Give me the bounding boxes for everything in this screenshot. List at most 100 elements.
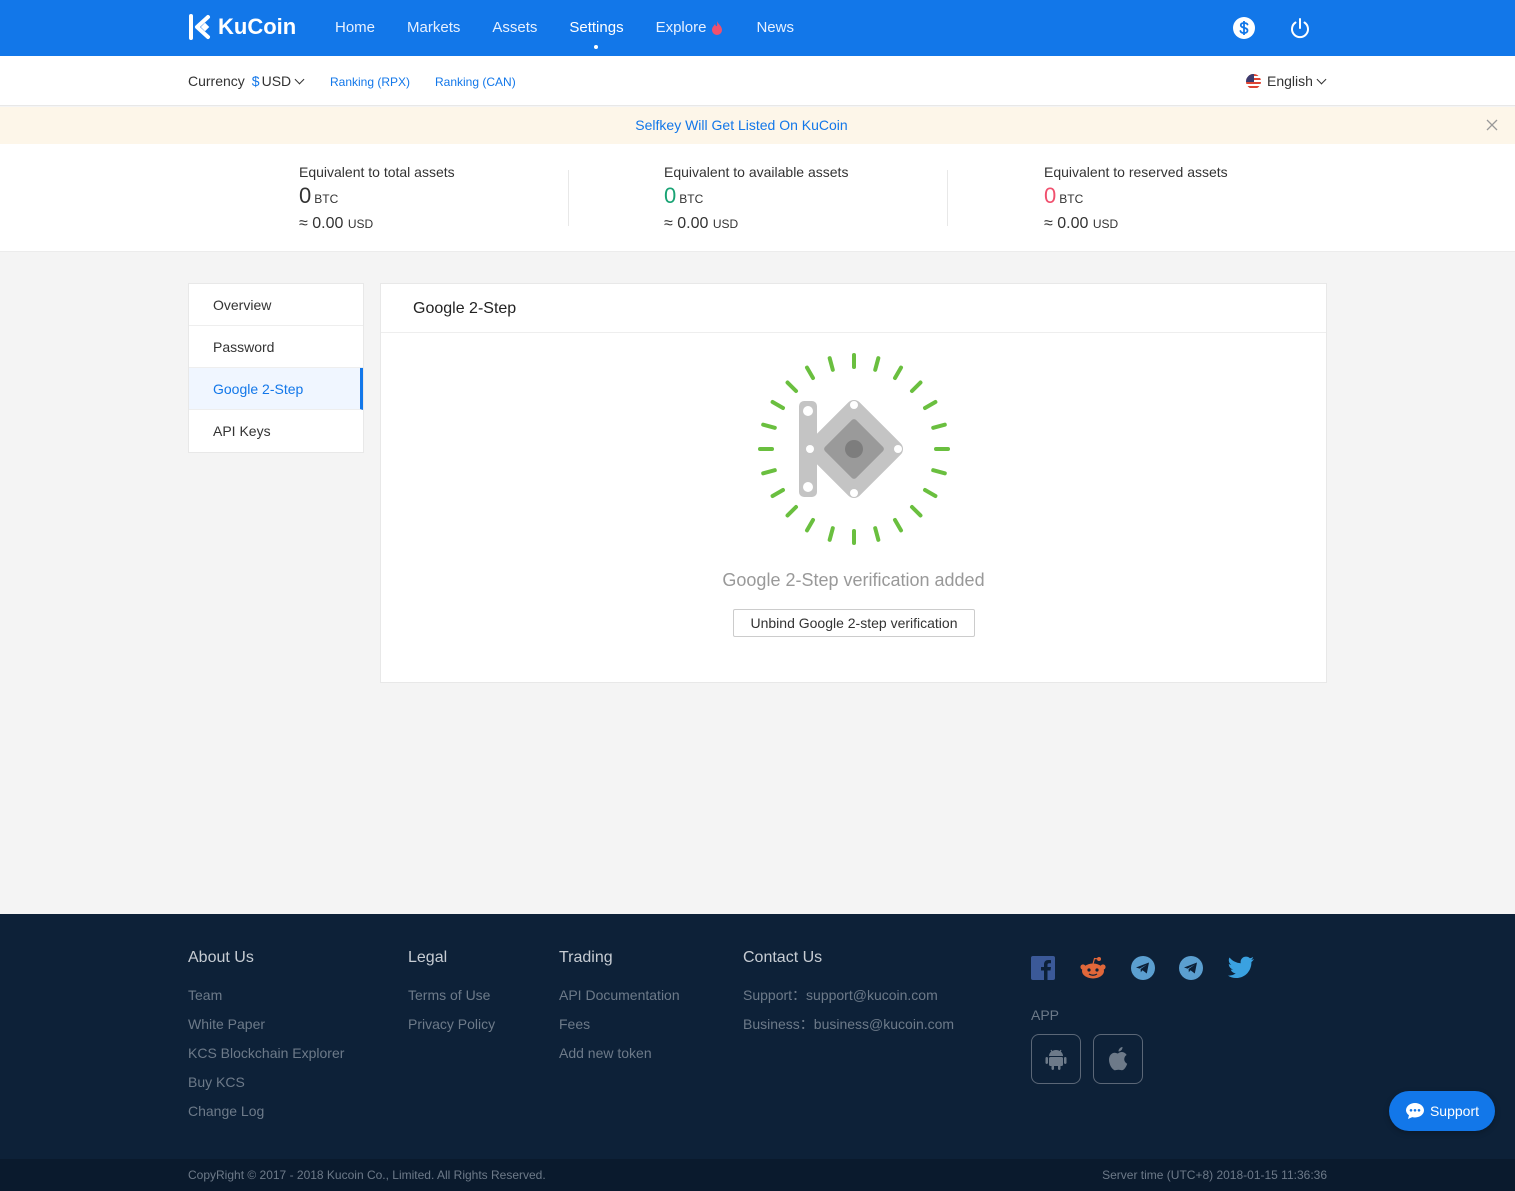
footer-link-terms[interactable]: Terms of Use	[408, 981, 495, 1010]
android-icon	[1045, 1049, 1067, 1070]
main-nav: Home Markets Assets Settings Explore New…	[335, 0, 826, 56]
sidebar-item-api-keys[interactable]: API Keys	[189, 410, 363, 452]
progress-tick	[923, 488, 938, 498]
footer-contact-title: Contact Us	[743, 949, 823, 966]
settings-sidebar: Overview Password Google 2-Step API Keys	[188, 283, 364, 453]
telegram-icon[interactable]	[1131, 956, 1155, 980]
nav-explore-label: Explore	[655, 19, 707, 36]
progress-tick	[909, 380, 923, 394]
close-icon[interactable]	[1485, 118, 1499, 132]
divider	[947, 170, 948, 226]
progress-tick	[909, 504, 923, 518]
progress-tick	[931, 468, 947, 476]
total-assets-label: Equivalent to total assets	[299, 164, 455, 180]
progress-tick	[873, 356, 881, 372]
apple-icon	[1109, 1047, 1128, 1071]
nav-markets-label: Markets	[407, 19, 461, 36]
top-navbar: KuCoin Home Markets Assets Settings Expl…	[0, 0, 1515, 56]
footer-link-add-token[interactable]: Add new token	[559, 1039, 680, 1068]
footer-link-team[interactable]: Team	[188, 981, 344, 1010]
currency-label: Currency	[188, 73, 245, 89]
progress-tick	[770, 488, 785, 498]
footer-link-api-docs[interactable]: API Documentation	[559, 981, 680, 1010]
power-icon[interactable]	[1288, 16, 1312, 40]
footer-link-privacy[interactable]: Privacy Policy	[408, 1010, 495, 1039]
progress-tick	[827, 356, 835, 372]
available-btc-value: 0	[664, 183, 677, 208]
android-app-button[interactable]	[1031, 1034, 1081, 1084]
sidebar-item-password[interactable]: Password	[189, 326, 363, 368]
logo-text: KuCoin	[218, 14, 297, 39]
nav-explore[interactable]: Explore	[656, 0, 725, 56]
footer-link-white-paper[interactable]: White Paper	[188, 1010, 344, 1039]
ranking-rpx-link[interactable]: Ranking (RPX)	[330, 75, 410, 89]
progress-tick	[770, 400, 785, 410]
app-label: APP	[1031, 1007, 1060, 1023]
footer-trading-title: Trading	[559, 949, 613, 966]
usd-unit: USD	[712, 217, 739, 231]
nav-news-label: News	[756, 19, 794, 36]
facebook-icon[interactable]	[1031, 956, 1055, 980]
panel-title: Google 2-Step	[381, 284, 1326, 333]
nav-markets[interactable]: Markets	[407, 0, 460, 56]
dollar-icon[interactable]	[1232, 16, 1256, 40]
chat-icon	[1405, 1103, 1424, 1119]
progress-tick	[931, 422, 947, 430]
unbind-google-2step-button[interactable]: Unbind Google 2-step verification	[733, 609, 975, 637]
nav-settings[interactable]: Settings	[569, 0, 624, 56]
progress-tick	[761, 422, 777, 430]
footer-support-email[interactable]: Support：support@kucoin.com	[743, 981, 954, 1010]
nav-settings-label: Settings	[569, 19, 624, 36]
sidebar-item-overview[interactable]: Overview	[189, 284, 363, 326]
reserved-assets: Equivalent to reserved assets 0 BTC ≈ 0.0…	[1044, 164, 1228, 233]
reddit-icon[interactable]	[1079, 956, 1107, 980]
sub-toolbar: Currency $ USD Ranking (RPX) Ranking (CA…	[0, 56, 1515, 106]
nav-home[interactable]: Home	[335, 0, 375, 56]
language-label: English	[1267, 73, 1313, 89]
kucoin-logo[interactable]: KuCoin	[188, 14, 296, 40]
ranking-can-link[interactable]: Ranking (CAN)	[435, 75, 516, 89]
verification-status: Google 2-Step verification added	[722, 570, 985, 590]
progress-tick	[785, 380, 799, 394]
nav-news[interactable]: News	[756, 0, 794, 56]
telegram-icon[interactable]	[1179, 956, 1203, 980]
currency-value: USD	[261, 73, 292, 89]
btc-unit: BTC	[1059, 192, 1084, 206]
divider	[568, 170, 569, 226]
btc-unit: BTC	[314, 192, 339, 206]
progress-tick	[805, 518, 815, 533]
footer-bottom-bar: CopyRight © 2017 - 2018 Kucoin Co., Limi…	[0, 1159, 1515, 1191]
footer-trading: Trading API Documentation Fees Add new t…	[559, 949, 680, 1068]
footer-link-change-log[interactable]: Change Log	[188, 1097, 344, 1126]
announcement-link[interactable]: Selfkey Will Get Listed On KuCoin	[0, 117, 1483, 133]
progress-tick	[785, 504, 799, 518]
nav-assets[interactable]: Assets	[492, 0, 537, 56]
reserved-usd-value: ≈ 0.00	[1044, 215, 1089, 232]
usd-unit: USD	[1092, 217, 1119, 231]
twitter-icon[interactable]	[1227, 956, 1255, 980]
footer-legal-title: Legal	[408, 949, 448, 966]
language-selector[interactable]: English	[1246, 73, 1327, 89]
footer-business-email[interactable]: Business：business@kucoin.com	[743, 1010, 954, 1039]
footer-link-buy-kcs[interactable]: Buy KCS	[188, 1068, 344, 1097]
btc-unit: BTC	[679, 192, 704, 206]
server-time: Server time (UTC+8) 2018-01-15 11:36:36	[1102, 1168, 1327, 1182]
sidebar-item-google-2step[interactable]: Google 2-Step	[189, 368, 363, 410]
support-chat-button[interactable]: Support	[1389, 1091, 1495, 1131]
chevron-down-icon	[294, 74, 305, 84]
usd-unit: USD	[347, 217, 374, 231]
reserved-btc-value: 0	[1044, 183, 1057, 208]
nav-home-label: Home	[335, 19, 376, 36]
nav-assets-label: Assets	[492, 19, 538, 36]
footer-link-kcs-explorer[interactable]: KCS Blockchain Explorer	[188, 1039, 344, 1068]
progress-tick	[805, 365, 815, 380]
ios-app-button[interactable]	[1093, 1034, 1143, 1084]
footer: About Us Team White Paper KCS Blockchain…	[0, 914, 1515, 1159]
currency-selector[interactable]: Currency $ USD	[188, 73, 305, 89]
available-assets: Equivalent to available assets 0 BTC ≈ 0.…	[664, 164, 848, 233]
currency-symbol: $	[251, 73, 260, 89]
footer-about: About Us Team White Paper KCS Blockchain…	[188, 949, 344, 1126]
footer-link-fees[interactable]: Fees	[559, 1010, 680, 1039]
support-label: Support	[1429, 1103, 1480, 1119]
total-assets: Equivalent to total assets 0 BTC ≈ 0.00 U…	[299, 164, 455, 233]
